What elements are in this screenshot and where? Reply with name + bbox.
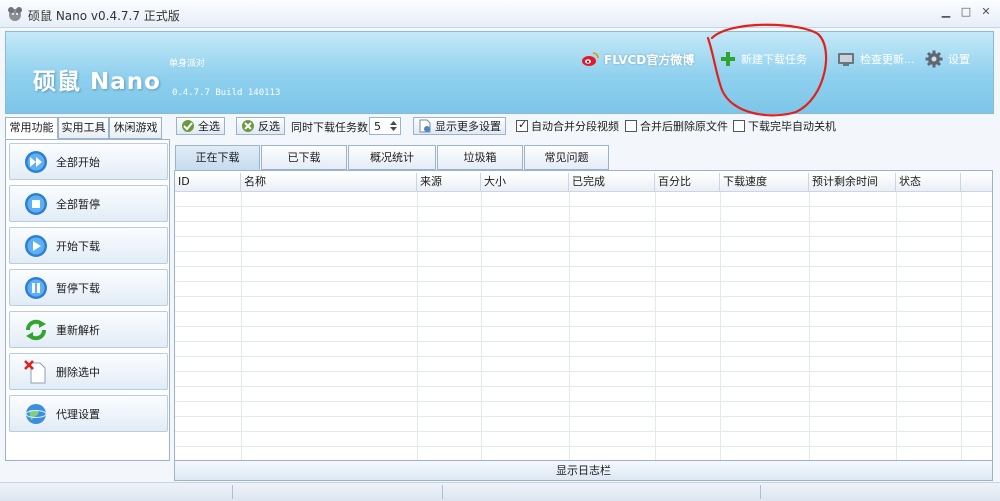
table-header: ID 名称 来源 大小 已完成 百分比 下载速度 预计剩余时间 状态 bbox=[175, 173, 992, 192]
window-title: 硕鼠 Nano v0.4.7.7 正式版 bbox=[28, 9, 180, 23]
select-all-button[interactable]: 全选 bbox=[176, 117, 225, 135]
auto-shutdown-checkbox[interactable]: 下载完毕自动关机 bbox=[733, 117, 836, 135]
tab-trash[interactable]: 垃圾箱 bbox=[437, 145, 523, 170]
weibo-icon bbox=[582, 51, 599, 66]
column-header-completed[interactable]: 已完成 bbox=[569, 173, 655, 191]
left-action-panel: 全部开始 全部暂停 开始下载 暂停下载 重新解析 删除选中 代理设置 bbox=[5, 139, 170, 461]
title-bar: 硕鼠 Nano v0.4.7.7 正式版 ▁ □ ✕ bbox=[0, 0, 1000, 28]
fast-forward-icon bbox=[25, 150, 47, 173]
show-log-bar[interactable]: 显示日志栏 bbox=[174, 461, 993, 481]
delete-selected-button[interactable]: 删除选中 bbox=[9, 353, 168, 390]
pause-icon bbox=[25, 276, 47, 299]
column-header-status[interactable]: 状态 bbox=[896, 173, 961, 191]
maximize-button[interactable]: □ bbox=[958, 4, 974, 20]
concurrent-tasks-value: 5 bbox=[374, 119, 381, 133]
invert-selection-label: 反选 bbox=[258, 120, 280, 133]
build-version: 0.4.7.7 Build 140113 bbox=[172, 88, 281, 98]
auto-merge-checkbox-box[interactable] bbox=[516, 118, 528, 132]
delete-after-merge-checkbox-box[interactable] bbox=[625, 120, 637, 132]
tab-common-functions[interactable]: 常用功能 bbox=[5, 117, 58, 139]
table-body[interactable] bbox=[175, 192, 992, 460]
play-icon bbox=[25, 234, 47, 257]
column-header-eta[interactable]: 预计剩余时间 bbox=[809, 173, 896, 191]
auto-shutdown-label: 下载完毕自动关机 bbox=[748, 120, 836, 133]
column-header-size[interactable]: 大小 bbox=[481, 173, 569, 191]
start-all-button[interactable]: 全部开始 bbox=[9, 143, 168, 180]
start-download-button[interactable]: 开始下载 bbox=[9, 227, 168, 264]
weibo-label: FLVCD官方微博 bbox=[604, 52, 695, 67]
tab-utilities[interactable]: 实用工具 bbox=[58, 117, 109, 139]
close-button[interactable]: ✕ bbox=[978, 4, 994, 20]
weibo-link[interactable]: FLVCD官方微博 bbox=[581, 50, 694, 68]
minimize-button[interactable]: ▁ bbox=[938, 4, 954, 20]
check-update-label: 检查更新... bbox=[860, 53, 915, 66]
pause-all-label: 全部暂停 bbox=[56, 197, 100, 211]
concurrent-tasks-stepper[interactable]: 5 bbox=[369, 117, 401, 135]
reparse-label: 重新解析 bbox=[56, 323, 100, 337]
settings-label: 设置 bbox=[948, 53, 970, 66]
proxy-settings-label: 代理设置 bbox=[56, 407, 100, 421]
stepper-arrows-icon[interactable] bbox=[389, 119, 398, 133]
delete-after-merge-label: 合并后删除原文件 bbox=[640, 120, 728, 133]
more-settings-button[interactable]: 显示更多设置 bbox=[413, 117, 506, 135]
status-bar bbox=[0, 482, 1000, 501]
invert-selection-button[interactable]: 反选 bbox=[236, 117, 285, 135]
column-header-id[interactable]: ID bbox=[175, 173, 241, 191]
gear-icon bbox=[925, 50, 943, 68]
tab-downloaded[interactable]: 已下载 bbox=[261, 145, 347, 170]
start-download-label: 开始下载 bbox=[56, 239, 100, 253]
delete-after-merge-checkbox[interactable]: 合并后删除原文件 bbox=[625, 117, 728, 135]
pause-download-button[interactable]: 暂停下载 bbox=[9, 269, 168, 306]
reparse-button[interactable]: 重新解析 bbox=[9, 311, 168, 348]
more-settings-label: 显示更多设置 bbox=[435, 120, 501, 133]
start-all-label: 全部开始 bbox=[56, 155, 100, 169]
delete-file-icon bbox=[24, 359, 46, 383]
edition-label: 单身派对 bbox=[169, 59, 206, 69]
settings-button[interactable]: 设置 bbox=[925, 50, 970, 68]
app-logo: 硕鼠 Nano bbox=[33, 69, 161, 95]
header-banner: 硕鼠 Nano 单身派对 0.4.7.7 Build 140113 FLVCD官… bbox=[5, 31, 994, 114]
pause-all-button[interactable]: 全部暂停 bbox=[9, 185, 168, 222]
concurrent-tasks-label: 同时下载任务数: bbox=[291, 121, 372, 134]
stop-icon bbox=[25, 192, 47, 215]
auto-merge-checkbox[interactable]: 自动合并分段视频 bbox=[516, 117, 619, 135]
refresh-icon bbox=[26, 319, 46, 340]
pause-download-label: 暂停下载 bbox=[56, 281, 100, 295]
document-settings-icon bbox=[419, 119, 431, 133]
globe-icon bbox=[25, 403, 47, 424]
app-mouse-icon bbox=[8, 7, 22, 21]
proxy-settings-button[interactable]: 代理设置 bbox=[9, 395, 168, 432]
tab-casual-games[interactable]: 休闲游戏 bbox=[109, 117, 162, 139]
invert-selection-icon bbox=[242, 120, 254, 132]
delete-selected-label: 删除选中 bbox=[56, 365, 100, 379]
column-header-percent[interactable]: 百分比 bbox=[655, 173, 720, 191]
auto-shutdown-checkbox-box[interactable] bbox=[733, 120, 745, 132]
column-header-speed[interactable]: 下载速度 bbox=[720, 173, 809, 191]
check-update-button[interactable]: 检查更新... bbox=[837, 50, 915, 68]
select-all-label: 全选 bbox=[198, 120, 220, 133]
column-header-name[interactable]: 名称 bbox=[241, 173, 417, 191]
tab-faq[interactable]: 常见问题 bbox=[524, 145, 609, 170]
column-header-source[interactable]: 来源 bbox=[417, 173, 481, 191]
tab-downloading[interactable]: 正在下载 bbox=[175, 145, 260, 170]
red-circle-annotation bbox=[706, 23, 828, 117]
download-list-table[interactable]: ID 名称 来源 大小 已完成 百分比 下载速度 预计剩余时间 状态 bbox=[174, 170, 993, 461]
tab-statistics[interactable]: 概况统计 bbox=[348, 145, 436, 170]
select-all-icon bbox=[182, 120, 194, 132]
auto-merge-label: 自动合并分段视频 bbox=[531, 120, 619, 133]
